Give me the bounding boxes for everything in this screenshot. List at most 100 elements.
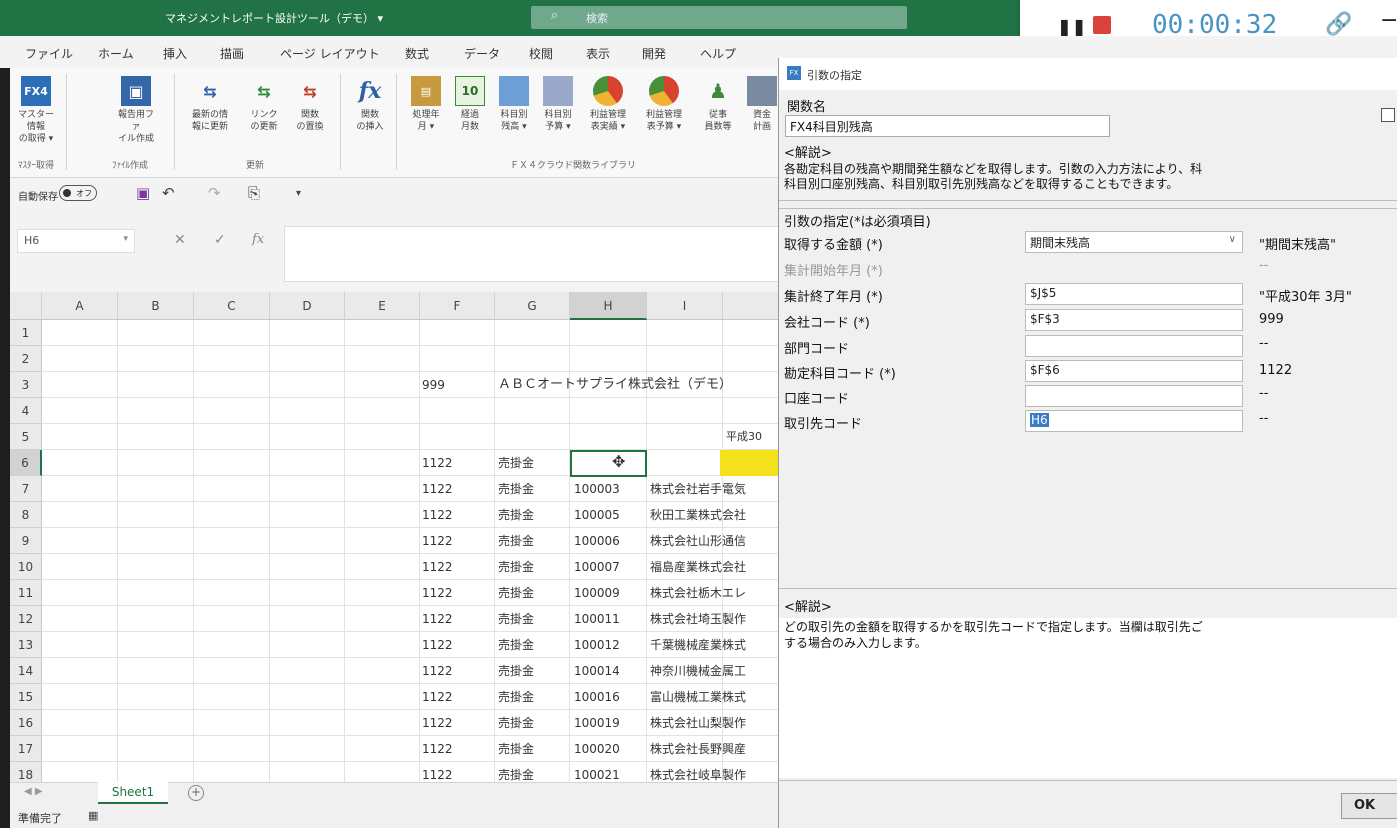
cell-i[interactable]: 秋田工業株式会社: [650, 502, 778, 528]
cell-i[interactable]: 株式会社栃木エレ: [650, 580, 778, 606]
profit-actual-button[interactable]: 利益管理 表実績 ▾: [586, 76, 630, 133]
tab-file[interactable]: ファイル: [25, 45, 73, 62]
cell-f[interactable]: 1122: [422, 528, 492, 554]
cell-f[interactable]: 1122: [422, 502, 492, 528]
cell-h[interactable]: 100003: [574, 476, 644, 502]
cell-g3[interactable]: ＡＢＣオートサプライ株式会社（デモ）: [498, 372, 778, 398]
bank-account-code-field[interactable]: [1025, 385, 1243, 407]
cell-i[interactable]: 千葉機械産業株式: [650, 632, 778, 658]
column-header[interactable]: I: [647, 292, 723, 320]
cell-i[interactable]: 株式会社埼玉製作: [650, 606, 778, 632]
account-code-field[interactable]: $F$6: [1025, 360, 1243, 382]
tab-review[interactable]: 校閲: [529, 45, 553, 62]
cell-g[interactable]: 売掛金: [498, 736, 568, 762]
cell-h[interactable]: 100020: [574, 736, 644, 762]
column-header[interactable]: C: [194, 292, 270, 320]
undo-icon[interactable]: ↶: [162, 184, 175, 202]
process-month-button[interactable]: ▤ 処理年月 ▾: [404, 76, 448, 133]
cell-f[interactable]: 1122: [422, 762, 492, 782]
link-update-button[interactable]: ⇆ リンク の更新: [242, 76, 286, 133]
cell-h[interactable]: 100006: [574, 528, 644, 554]
profit-budget-button[interactable]: 利益管理 表予算 ▾: [642, 76, 686, 133]
row-header[interactable]: 9: [10, 528, 42, 554]
column-header-selected[interactable]: H: [570, 292, 647, 320]
cell-i[interactable]: 株式会社岩手電気: [650, 476, 778, 502]
column-header[interactable]: G: [495, 292, 570, 320]
cell-h[interactable]: 100019: [574, 710, 644, 736]
row-header[interactable]: 3: [10, 372, 42, 398]
row-header[interactable]: 16: [10, 710, 42, 736]
fx-icon[interactable]: fx: [252, 232, 264, 247]
refresh-button[interactable]: ⇆ 最新の情 報に更新: [188, 76, 232, 133]
minimize-icon[interactable]: −: [1380, 8, 1397, 33]
customize-qat-icon[interactable]: ▾: [296, 188, 301, 199]
checkbox[interactable]: [1381, 108, 1395, 122]
row-header[interactable]: 2: [10, 346, 42, 372]
cell-i[interactable]: 富山機械工業株式: [650, 684, 778, 710]
cell-i[interactable]: 株式会社岐阜製作: [650, 762, 778, 782]
select-all-corner[interactable]: [10, 292, 42, 320]
link-icon[interactable]: 🔗: [1325, 12, 1352, 37]
row-header[interactable]: 1: [10, 320, 42, 346]
cell-f[interactable]: 1122: [422, 658, 492, 684]
subject-balance-button[interactable]: 科目別 残高 ▾: [492, 76, 536, 133]
row-header[interactable]: 14: [10, 658, 42, 684]
cell-i[interactable]: 福島産業株式会社: [650, 554, 778, 580]
cell-f[interactable]: 1122: [422, 606, 492, 632]
cell-i[interactable]: 株式会社山形通信: [650, 528, 778, 554]
company-code-field[interactable]: $F$3: [1025, 309, 1243, 331]
row-header[interactable]: 15: [10, 684, 42, 710]
cell-f[interactable]: 1122: [422, 476, 492, 502]
cell-h[interactable]: 100005: [574, 502, 644, 528]
column-header[interactable]: A: [42, 292, 118, 320]
cell-g[interactable]: 売掛金: [498, 710, 568, 736]
sheet-nav-arrows-icon[interactable]: ◀ ▶: [24, 786, 43, 797]
cell-g[interactable]: 売掛金: [498, 684, 568, 710]
cell-h[interactable]: 100012: [574, 632, 644, 658]
cell-f3[interactable]: 999: [422, 372, 492, 398]
save-icon[interactable]: ▣: [136, 184, 150, 202]
cancel-icon[interactable]: ✕: [174, 232, 186, 248]
cell-f[interactable]: 1122: [422, 632, 492, 658]
subject-budget-button[interactable]: 科目別 予算 ▾: [536, 76, 580, 133]
cell-g[interactable]: 売掛金: [498, 606, 568, 632]
column-header[interactable]: [723, 292, 778, 320]
elapsed-months-button[interactable]: 10 経過 月数: [448, 76, 492, 133]
row-header[interactable]: 4: [10, 398, 42, 424]
tab-data[interactable]: データ: [464, 45, 500, 62]
cell-f6[interactable]: 1122: [422, 450, 492, 476]
column-header[interactable]: D: [270, 292, 345, 320]
row-header[interactable]: 12: [10, 606, 42, 632]
start-month-field[interactable]: [1025, 257, 1243, 279]
cell-f[interactable]: 1122: [422, 736, 492, 762]
row-header[interactable]: 8: [10, 502, 42, 528]
cell-g[interactable]: 売掛金: [498, 476, 568, 502]
add-sheet-icon[interactable]: +: [188, 785, 204, 801]
cell-i5[interactable]: 平成30: [726, 424, 778, 450]
autosave-toggle[interactable]: オフ: [59, 185, 97, 201]
column-header[interactable]: F: [420, 292, 495, 320]
tab-page-layout[interactable]: ページ レイアウト: [280, 45, 380, 62]
insert-function-button[interactable]: fx 関数 の挿入: [348, 76, 392, 133]
cell-g[interactable]: 売掛金: [498, 632, 568, 658]
cell-g6[interactable]: 売掛金: [498, 450, 568, 476]
tab-developer[interactable]: 開発: [642, 45, 666, 62]
cell-h[interactable]: 100007: [574, 554, 644, 580]
format-icon[interactable]: ⎘: [248, 184, 260, 202]
cell-f[interactable]: 1122: [422, 684, 492, 710]
cell-g[interactable]: 売掛金: [498, 580, 568, 606]
cell-i[interactable]: 神奈川機械金属工: [650, 658, 778, 684]
row-header[interactable]: 7: [10, 476, 42, 502]
cell-i[interactable]: 株式会社山梨製作: [650, 710, 778, 736]
end-month-field[interactable]: $J$5: [1025, 283, 1243, 305]
staff-count-button[interactable]: ♟ 従事 員数等: [696, 76, 740, 133]
cell-i[interactable]: 株式会社長野興産: [650, 736, 778, 762]
row-header[interactable]: 17: [10, 736, 42, 762]
row-header[interactable]: 5: [10, 424, 42, 450]
column-header[interactable]: B: [118, 292, 194, 320]
replace-function-button[interactable]: ⇆ 関数 の置換: [288, 76, 332, 133]
cell-g[interactable]: 売掛金: [498, 528, 568, 554]
row-header[interactable]: 10: [10, 554, 42, 580]
cell-h[interactable]: 100016: [574, 684, 644, 710]
department-code-field[interactable]: [1025, 335, 1243, 357]
